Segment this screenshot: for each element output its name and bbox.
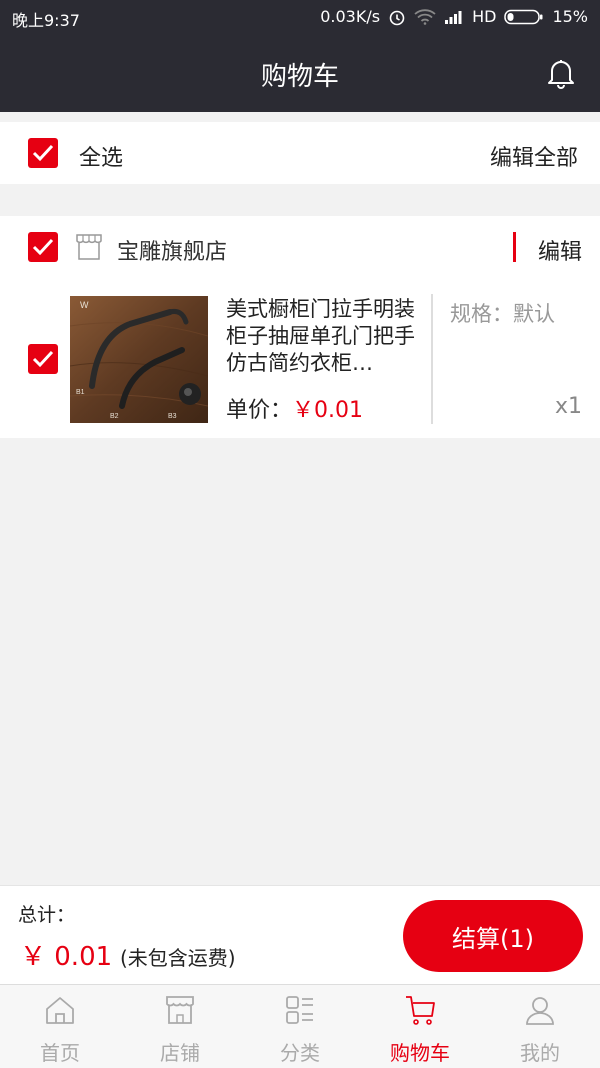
image-label-b2: B2 [110, 413, 119, 420]
select-all-row: 全选 编辑全部 [0, 122, 600, 184]
shop-checkbox[interactable] [28, 232, 58, 262]
shop-edit-button[interactable]: 编辑 [538, 234, 582, 266]
tab-mine-label: 我的 [520, 1041, 560, 1065]
edit-all-button[interactable]: 编辑全部 [490, 140, 578, 172]
signal-icon [445, 10, 462, 24]
edit-divider [513, 232, 516, 262]
check-icon [32, 144, 54, 162]
tab-store[interactable]: 店铺 [120, 985, 240, 1068]
battery-level: 15% [552, 7, 588, 26]
tab-category[interactable]: 分类 [240, 985, 360, 1068]
select-all-label: 全选 [79, 146, 124, 171]
total-value: ￥ 0.01 [20, 942, 113, 972]
tab-home-label: 首页 [40, 1041, 80, 1065]
tab-bar: 首页 店铺 分类 购物车 我的 [0, 984, 600, 1068]
home-icon [46, 997, 74, 1024]
shop-name[interactable]: 宝雕旗舰店 [117, 234, 227, 266]
tab-cart[interactable]: 购物车 [360, 985, 480, 1068]
price-label: 单价： [226, 398, 293, 423]
tab-mine[interactable]: 我的 [480, 985, 600, 1068]
select-all-checkbox[interactable] [28, 138, 58, 168]
header: 购物车 [0, 34, 600, 112]
cart-icon [406, 996, 435, 1025]
product-photo: W B1 B2 B3 [70, 296, 208, 423]
status-time: 晚上9:37 [12, 11, 80, 30]
status-right: 0.03K/s HD 15% [320, 7, 588, 26]
check-icon [32, 238, 54, 256]
shipping-note: (未包含运费) [120, 946, 236, 970]
divider [431, 294, 433, 424]
tab-store-label: 店铺 [160, 1041, 200, 1065]
shop-card: 宝雕旗舰店 编辑 W B1 B2 B3 美式橱柜门拉手明装柜子抽屉单孔门把手仿古… [0, 216, 600, 438]
alarm-icon [389, 10, 405, 25]
category-icon [286, 996, 313, 1024]
total-label: 总计： [18, 904, 76, 926]
checkout-bar: 总计： ￥ 0.01 (未包含运费) 结算(1) [0, 885, 600, 984]
check-icon [32, 350, 54, 368]
product-spec: 规格：默认 [450, 302, 555, 326]
status-bar: 晚上9:37 0.03K/s HD 15% [0, 0, 600, 34]
svg-text:W: W [80, 300, 89, 310]
tab-cart-label: 购物车 [390, 1041, 450, 1065]
tab-home[interactable]: 首页 [0, 985, 120, 1068]
wifi-icon [414, 8, 436, 25]
item-checkbox[interactable] [28, 344, 58, 374]
product-image[interactable]: W B1 B2 B3 [70, 296, 208, 423]
product-title[interactable]: 美式橱柜门拉手明装柜子抽屉单孔门把手仿古简约衣柜… [226, 296, 431, 377]
image-label-b1: B1 [76, 389, 85, 396]
product-qty: x1 [554, 394, 582, 419]
network-type: HD [472, 7, 497, 26]
image-label-b3: B3 [168, 413, 177, 420]
bell-icon[interactable] [544, 56, 578, 90]
page-title: 购物车 [260, 62, 339, 92]
network-speed: 0.03K/s [320, 7, 381, 26]
battery-icon [504, 9, 543, 24]
checkout-button[interactable]: 结算(1) [403, 900, 583, 972]
store-icon [76, 234, 102, 260]
product-price-row: 单价：￥0.01 [226, 392, 363, 424]
product-price: ￥0.01 [292, 398, 364, 423]
user-icon [526, 997, 554, 1025]
store-icon [166, 996, 194, 1024]
tab-category-label: 分类 [280, 1041, 320, 1065]
